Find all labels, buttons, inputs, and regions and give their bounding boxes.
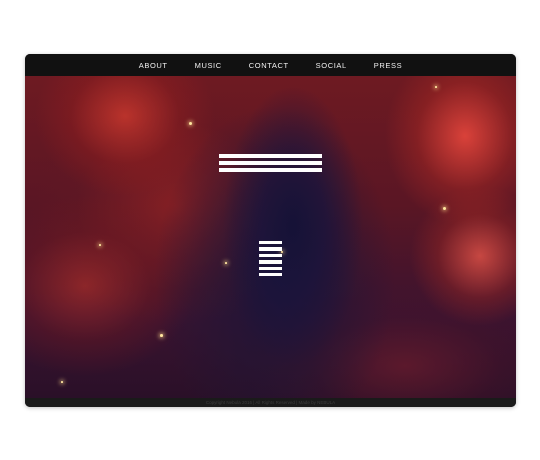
top-navigation-bar: ABOUT MUSIC CONTACT SOCIAL PRESS: [25, 54, 516, 76]
menu-icon-bar: [259, 247, 282, 251]
star: [61, 381, 63, 383]
star: [99, 244, 101, 246]
nav-link-contact[interactable]: CONTACT: [249, 61, 289, 70]
nav-link-social[interactable]: SOCIAL: [316, 61, 347, 70]
star: [443, 207, 446, 210]
logo-stripes: [219, 154, 322, 175]
logo-stripe: [219, 154, 322, 158]
hero-nebula-background: [25, 76, 516, 398]
menu-icon-bar: [259, 272, 282, 277]
star: [225, 262, 227, 264]
menu-icon-bar: [259, 253, 282, 258]
menu-icon-bar: [259, 241, 282, 245]
nav-link-press[interactable]: PRESS: [374, 61, 402, 70]
nav-link-about[interactable]: ABOUT: [139, 61, 168, 70]
page-footer: Copyright Nebula 2016 | All Rights Reser…: [25, 398, 516, 407]
menu-icon-bar: [259, 260, 282, 264]
logo-stripe: [219, 168, 322, 172]
nav-link-music[interactable]: MUSIC: [195, 61, 222, 70]
menu-icon-bar: [259, 266, 282, 270]
footer-copyright-text: Copyright Nebula 2016 | All Rights Reser…: [205, 400, 336, 405]
website-frame: ABOUT MUSIC CONTACT SOCIAL PRESS Copyrig…: [25, 54, 516, 407]
star: [435, 86, 437, 88]
logo-stripe: [219, 161, 322, 165]
star: [189, 122, 192, 125]
hamburger-menu-icon[interactable]: [259, 241, 282, 279]
star: [160, 334, 163, 337]
